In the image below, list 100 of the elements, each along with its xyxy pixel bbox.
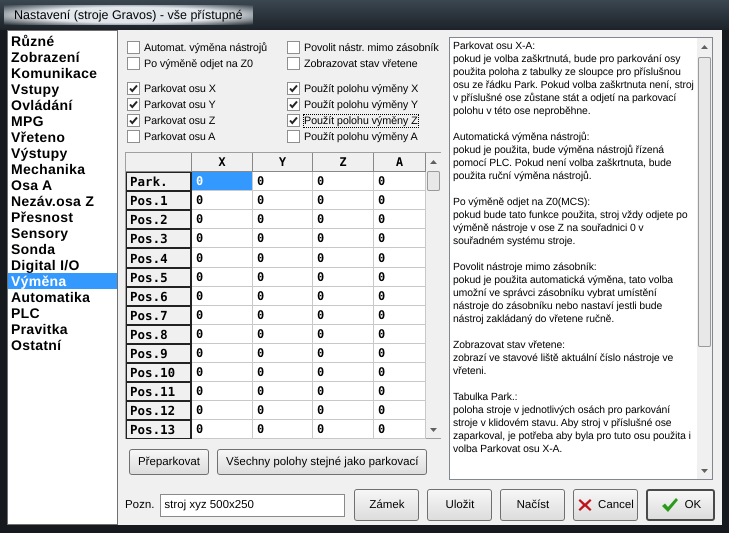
- checkbox-label[interactable]: Použít polohu výměny Y: [304, 98, 418, 110]
- table-cell[interactable]: 0: [374, 286, 426, 306]
- checkbox-label[interactable]: Parkovat osu Z: [144, 114, 216, 126]
- table-cell[interactable]: 0: [253, 382, 313, 402]
- checkbox[interactable]: [287, 82, 300, 95]
- scroll-thumb[interactable]: [698, 57, 711, 347]
- table-cell[interactable]: 0: [313, 401, 374, 420]
- sidebar-item[interactable]: Sensory: [8, 225, 117, 241]
- table-cell[interactable]: 0: [313, 248, 374, 268]
- table-cell[interactable]: 0: [192, 344, 253, 364]
- sidebar-item[interactable]: Ostatní: [8, 337, 117, 353]
- table-cell[interactable]: 0: [192, 363, 253, 382]
- table-cell[interactable]: 0: [313, 363, 374, 382]
- table-cell[interactable]: 0: [313, 382, 374, 402]
- table-scrollbar[interactable]: [426, 153, 441, 438]
- table-cell[interactable]: 0: [374, 268, 426, 287]
- table-cell[interactable]: 0: [374, 172, 426, 192]
- dialog-button[interactable]: Cancel: [573, 489, 638, 521]
- checkbox[interactable]: [287, 130, 300, 143]
- checkbox[interactable]: [127, 82, 140, 95]
- checkbox[interactable]: [287, 57, 300, 70]
- sidebar-item[interactable]: Pravitka: [8, 321, 117, 337]
- table-cell[interactable]: 0: [253, 191, 313, 210]
- table-cell[interactable]: 0: [192, 401, 253, 420]
- checkbox-label[interactable]: Použít polohu výměny A: [304, 130, 418, 142]
- table-cell[interactable]: 0: [374, 344, 426, 364]
- checkbox[interactable]: [287, 114, 300, 127]
- table-cell[interactable]: 0: [313, 210, 374, 230]
- table-cell[interactable]: 0: [192, 420, 253, 440]
- checkbox[interactable]: [287, 41, 300, 54]
- sidebar-item[interactable]: Přesnost: [8, 209, 117, 225]
- table-cell[interactable]: 0: [374, 382, 426, 402]
- table-cell[interactable]: 0: [374, 191, 426, 210]
- checkbox-label[interactable]: Automat. výměna nástrojů: [144, 42, 268, 54]
- table-cell[interactable]: 0: [374, 248, 426, 268]
- checkbox[interactable]: [127, 57, 140, 70]
- note-field[interactable]: stroj xyz 500x250: [160, 494, 346, 516]
- table-cell[interactable]: 0: [192, 229, 253, 248]
- checkbox-label[interactable]: Po výměně odjet na Z0: [144, 58, 253, 70]
- checkbox-label[interactable]: Parkovat osu A: [144, 130, 216, 142]
- help-scrollbar[interactable]: [697, 38, 712, 479]
- sidebar-item[interactable]: Výstupy: [8, 145, 117, 161]
- checkbox[interactable]: [127, 41, 140, 54]
- table-button[interactable]: Všechny polohy stejné jako parkovací: [217, 449, 428, 475]
- table-cell[interactable]: 0: [253, 420, 313, 440]
- sidebar-item[interactable]: Vstupy: [8, 81, 117, 97]
- table-cell[interactable]: 0: [192, 268, 253, 287]
- table-cell[interactable]: 0: [313, 324, 374, 344]
- sidebar-item[interactable]: MPG: [8, 113, 117, 129]
- table-cell[interactable]: 0: [192, 382, 253, 402]
- table-cell[interactable]: 0: [313, 344, 374, 364]
- table-cell[interactable]: 0: [313, 172, 374, 192]
- checkbox-label[interactable]: Povolit nástr. mimo zásobník: [304, 42, 439, 54]
- sidebar-item[interactable]: Vřeteno: [8, 129, 117, 145]
- table-cell[interactable]: 0: [374, 401, 426, 420]
- table-cell[interactable]: 0: [253, 248, 313, 268]
- sidebar-item[interactable]: Digital I/O: [8, 257, 117, 273]
- sidebar-item[interactable]: Komunikace: [8, 65, 117, 81]
- table-cell[interactable]: 0: [374, 210, 426, 230]
- sidebar-item[interactable]: Sonda: [8, 241, 117, 257]
- table-cell[interactable]: 0: [192, 286, 253, 306]
- table-cell[interactable]: 0: [253, 306, 313, 325]
- checkbox-label[interactable]: Použít polohu výměny Z: [304, 114, 418, 126]
- table-cell[interactable]: 0: [253, 401, 313, 420]
- table-cell[interactable]: 0: [253, 268, 313, 287]
- table-cell[interactable]: 0: [374, 229, 426, 248]
- table-cell[interactable]: 0: [374, 324, 426, 344]
- table-cell[interactable]: 0: [374, 363, 426, 382]
- table-cell[interactable]: 0: [313, 306, 374, 325]
- table-cell[interactable]: 0: [253, 286, 313, 306]
- checkbox-label[interactable]: Zobrazovat stav vřetene: [304, 58, 418, 70]
- table-cell[interactable]: 0: [253, 324, 313, 344]
- checkbox-label[interactable]: Použít polohu výměny X: [304, 82, 418, 94]
- checkbox[interactable]: [127, 98, 140, 111]
- checkbox[interactable]: [127, 114, 140, 127]
- table-cell[interactable]: 0: [192, 248, 253, 268]
- dialog-button[interactable]: Zámek: [354, 489, 420, 521]
- table-cell[interactable]: 0: [313, 286, 374, 306]
- checkbox-label[interactable]: Parkovat osu X: [144, 82, 216, 94]
- sidebar-item[interactable]: Ovládání: [8, 97, 117, 113]
- table-cell[interactable]: 0: [313, 420, 374, 440]
- dialog-button[interactable]: OK: [646, 489, 716, 521]
- checkbox-label[interactable]: Parkovat osu Y: [144, 98, 216, 110]
- table-cell[interactable]: 0: [253, 172, 313, 192]
- table-cell[interactable]: 0: [313, 191, 374, 210]
- table-cell[interactable]: 0: [253, 363, 313, 382]
- table-cell[interactable]: 0: [192, 306, 253, 325]
- sidebar-item[interactable]: PLC: [8, 305, 117, 321]
- table-button[interactable]: Přeparkovat: [129, 449, 210, 475]
- checkbox[interactable]: [287, 98, 300, 111]
- sidebar-item[interactable]: Automatika: [8, 289, 117, 305]
- dialog-button[interactable]: Uložit: [427, 489, 492, 521]
- table-cell[interactable]: 0: [313, 229, 374, 248]
- table-cell[interactable]: 0: [313, 268, 374, 287]
- table-cell[interactable]: 0: [192, 210, 253, 230]
- sidebar-item[interactable]: Mechanika: [8, 161, 117, 177]
- checkbox[interactable]: [127, 130, 140, 143]
- table-cell[interactable]: 0: [253, 210, 313, 230]
- table-cell[interactable]: 0: [253, 344, 313, 364]
- table-cell[interactable]: 0: [192, 191, 253, 210]
